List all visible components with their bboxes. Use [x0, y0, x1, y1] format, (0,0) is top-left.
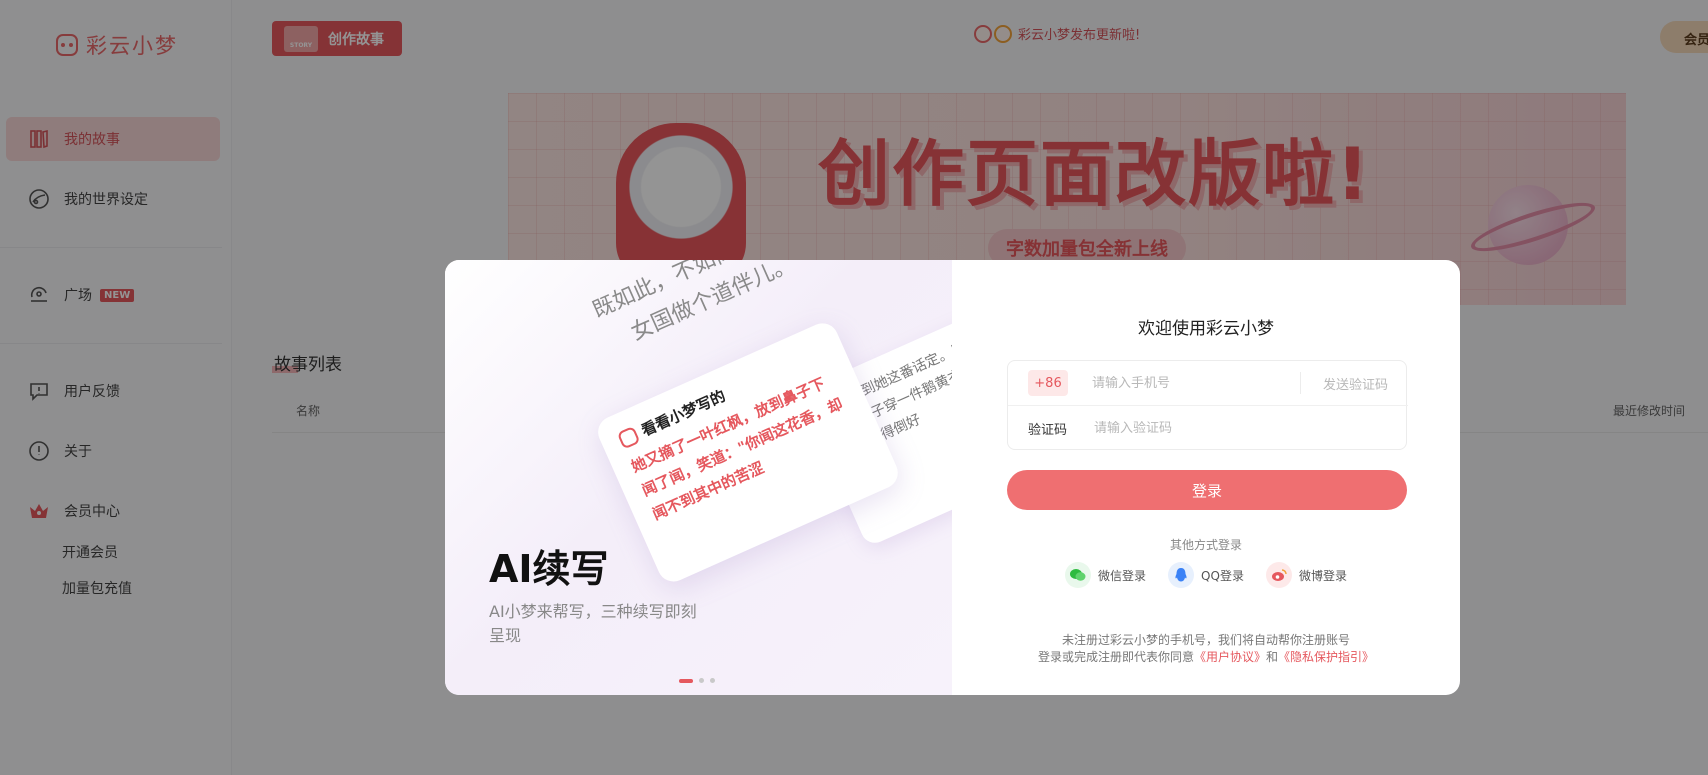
verification-code-input[interactable] — [1094, 421, 1274, 436]
login-panel: 欢迎使用彩云小梦 +86 发送验证码 验证码 登录 其他方式登录 微信登录 — [952, 260, 1460, 695]
code-label: 验证码 — [1028, 423, 1068, 438]
phone-input[interactable] — [1092, 375, 1272, 391]
send-code-button[interactable]: 发送验证码 — [1299, 372, 1388, 394]
login-modal: 既如此，不如离了这贾府， 女国做个道伴儿。 黛玉听到她这番话定。只见这女子穿一件… — [445, 260, 1460, 695]
country-code-selector[interactable]: +86 — [1028, 370, 1068, 396]
mascot-face-icon — [616, 425, 641, 450]
wechat-icon — [1065, 562, 1092, 588]
qq-icon — [1168, 562, 1195, 588]
login-button[interactable]: 登录 — [1007, 470, 1407, 510]
phone-row: +86 发送验证码 — [1008, 361, 1408, 406]
weibo-icon — [1265, 562, 1292, 588]
agreement-notice: 未注册过彩云小梦的手机号，我们将自动帮你注册账号 登录或完成注册即代表你同意《用… — [1037, 633, 1375, 664]
social-login-options: 微信登录 QQ登录 微博登录 — [952, 562, 1460, 588]
example-story-card: 看看小梦写的 她又摘了一叶红枫，放到鼻子下闻了闻，笑道："你闻这花香，却闻不到其… — [593, 318, 903, 587]
feature-description: AI小梦来帮写，三种续写即刻呈现 — [489, 602, 697, 645]
code-row: 验证码 — [1008, 406, 1408, 451]
carousel-dot[interactable] — [699, 678, 704, 683]
carousel-dot[interactable] — [710, 678, 715, 683]
qq-login-button[interactable]: QQ登录 — [1168, 562, 1244, 588]
wechat-login-button[interactable]: 微信登录 — [1065, 562, 1146, 588]
user-agreement-link[interactable]: 《用户协议》 — [1194, 650, 1266, 664]
privacy-policy-link[interactable]: 《隐私保护指引》 — [1278, 650, 1374, 664]
other-login-label: 其他方式登录 — [1169, 538, 1242, 552]
carousel-indicators — [679, 678, 715, 683]
feature-title: AI续写 — [489, 547, 609, 591]
login-form: +86 发送验证码 验证码 — [1007, 360, 1408, 451]
feature-carousel[interactable]: 既如此，不如离了这贾府， 女国做个道伴儿。 黛玉听到她这番话定。只见这女子穿一件… — [445, 260, 952, 695]
welcome-title: 欢迎使用彩云小梦 — [1138, 319, 1274, 339]
weibo-login-button[interactable]: 微博登录 — [1265, 562, 1347, 588]
carousel-dot[interactable] — [679, 678, 693, 683]
